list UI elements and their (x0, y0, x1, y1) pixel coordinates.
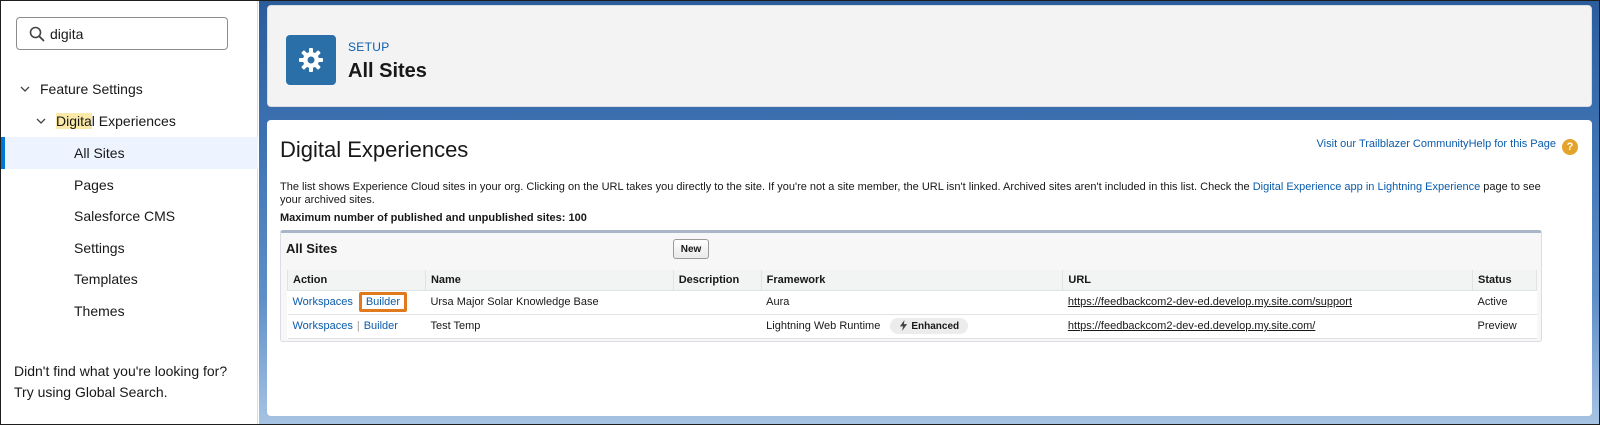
site-description (673, 290, 762, 315)
content-card: Digital Experiences Visit our Trailblaze… (267, 120, 1592, 416)
tree-item-themes[interactable]: Themes (1, 295, 258, 327)
app-frame: Feature Settings Digital Experiences All… (0, 0, 1600, 425)
desc-text: The list shows Experience Cloud sites in… (280, 181, 1253, 193)
column-header-action[interactable]: Action (287, 270, 426, 291)
column-header-name[interactable]: Name (424, 270, 674, 291)
tree-item-salesforce-cms[interactable]: Salesforce CMS (1, 200, 258, 232)
site-url-link[interactable]: https://feedbackcom2-dev-ed.develop.my.s… (1068, 296, 1352, 308)
tree-item-settings[interactable]: Settings (1, 232, 258, 264)
help-icon[interactable]: ? (1562, 139, 1578, 155)
tree-item-label: Pages (74, 177, 114, 193)
table-header-row: Action Name Description Framework URL St… (287, 270, 1537, 291)
list-title: All Sites (286, 241, 338, 256)
top-links: Visit our Trailblazer CommunityHelp for … (1317, 138, 1578, 155)
tree-item-label: All Sites (74, 145, 125, 161)
help-line: Didn't find what you're looking for? (14, 363, 228, 379)
badge-label: Enhanced (911, 321, 960, 332)
tree-item-label: Templates (74, 271, 138, 287)
column-header-framework[interactable]: Framework (760, 270, 1064, 291)
tree-item-pages[interactable]: Pages (1, 169, 258, 201)
site-name: Ursa Major Solar Knowledge Base (425, 290, 674, 315)
main-area: SETUP All Sites Digital Experiences Visi… (259, 1, 1599, 424)
tree-item-templates[interactable]: Templates (1, 263, 258, 295)
setup-sidebar: Feature Settings Digital Experiences All… (1, 1, 258, 424)
builder-link[interactable]: Builder (364, 320, 398, 332)
search-match-highlight: Digita (56, 113, 92, 129)
lightning-bolt-icon (900, 320, 908, 331)
quick-find-input[interactable] (50, 23, 220, 45)
gear-icon (299, 48, 323, 72)
chevron-down-icon[interactable] (20, 84, 30, 94)
site-description (673, 314, 762, 339)
help-line: Try using Global Search. (14, 384, 168, 400)
search-icon (29, 26, 45, 42)
tree-item-label: Salesforce CMS (74, 208, 176, 224)
table-row: Workspaces | Builder Test Temp Lightning W… (287, 314, 1537, 339)
help-for-this-page-link[interactable]: Help for this Page (1469, 138, 1556, 150)
site-framework: Aura (761, 290, 1063, 315)
tree-item-label: Digital Experiences (56, 105, 176, 137)
site-url-link[interactable]: https://feedbackcom2-dev-ed.develop.my.s… (1068, 320, 1315, 332)
quick-find-box[interactable] (16, 17, 228, 50)
link-separator: | (356, 320, 360, 332)
page-title: All Sites (348, 60, 427, 82)
page-header: SETUP All Sites (267, 5, 1592, 107)
framework-cell: Lightning Web Runtime Enhanced (761, 314, 1063, 339)
url-cell: https://feedbackcom2-dev-ed.develop.my.s… (1062, 314, 1473, 339)
builder-focus-highlight: Builder (358, 292, 408, 312)
sites-table: Action Name Description Framework URL St… (287, 270, 1537, 339)
column-header-url[interactable]: URL (1062, 270, 1474, 291)
tree-item-label-rest: l Experiences (91, 113, 176, 129)
site-name: Test Temp (425, 314, 674, 339)
tree-item-digital-experiences[interactable]: Digital Experiences (1, 105, 258, 137)
setup-gear-tile (286, 35, 336, 85)
site-status: Active (1472, 290, 1537, 315)
enhanced-badge: Enhanced (890, 318, 969, 334)
new-site-button[interactable]: New (673, 239, 709, 259)
table-row: Workspaces Builder Ursa Major Solar Knowl… (287, 290, 1537, 315)
section-title: Digital Experiences (280, 137, 469, 162)
url-cell: https://feedbackcom2-dev-ed.develop.my.s… (1062, 290, 1473, 315)
sidebar-help-text: Didn't find what you're looking for? Try… (14, 361, 244, 403)
tree-item-label: Feature Settings (40, 81, 143, 97)
tree-item-label: Themes (74, 303, 125, 319)
all-sites-list: All Sites New Action Name Description Fr… (280, 230, 1542, 342)
builder-link[interactable]: Builder (366, 296, 400, 308)
site-framework: Lightning Web Runtime (766, 320, 881, 332)
workspaces-link[interactable]: Workspaces (293, 320, 353, 332)
digital-experience-app-link[interactable]: Digital Experience app in Lightning Expe… (1253, 181, 1480, 193)
action-cell: Workspaces Builder (287, 290, 426, 315)
description-text: The list shows Experience Cloud sites in… (280, 181, 1545, 207)
column-header-description[interactable]: Description (672, 270, 762, 291)
tree-item-label: Settings (74, 240, 125, 256)
chevron-down-icon[interactable] (36, 116, 46, 126)
site-status: Preview (1472, 314, 1537, 339)
action-cell: Workspaces | Builder (287, 314, 426, 339)
tree-item-all-sites[interactable]: All Sites (1, 137, 258, 169)
column-header-status[interactable]: Status (1472, 270, 1537, 291)
workspaces-link[interactable]: Workspaces (293, 296, 353, 308)
tree-item-feature-settings[interactable]: Feature Settings (1, 73, 258, 105)
trailblazer-community-link[interactable]: Visit our Trailblazer Community (1317, 138, 1469, 150)
header-eyebrow: SETUP (348, 40, 390, 54)
max-sites-text: Maximum number of published and unpublis… (280, 212, 587, 224)
